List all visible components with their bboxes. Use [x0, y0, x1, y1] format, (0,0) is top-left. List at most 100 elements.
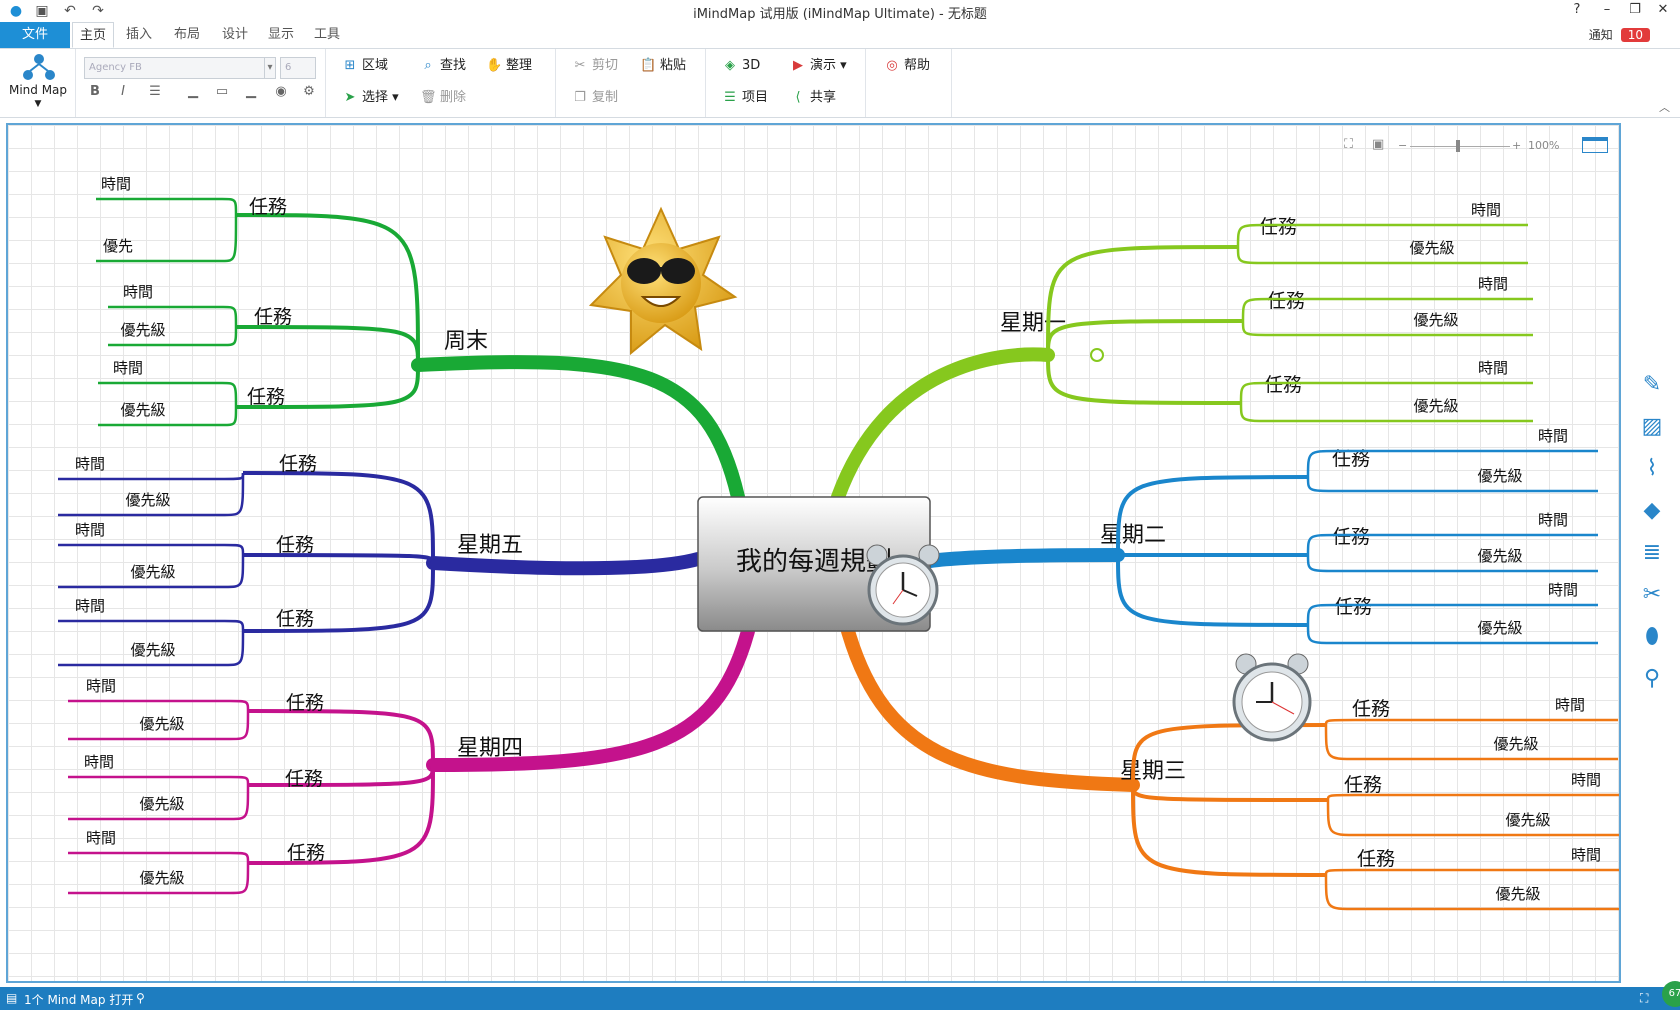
leaf-label[interactable]: 時間 — [75, 521, 105, 539]
notifications[interactable]: 通知 10 — [1589, 26, 1650, 43]
leaf-label[interactable]: 優先級 — [139, 869, 184, 887]
task-branch-line[interactable] — [247, 709, 435, 766]
main-branch-line[interactable] — [426, 552, 705, 576]
branch-fri[interactable]: 星期五任務時間優先級任務時間優先級任務時間優先級 — [58, 453, 705, 667]
tab-design[interactable]: 设计 — [214, 22, 256, 48]
leaf-label[interactable]: 優先級 — [130, 641, 175, 659]
outline-icon[interactable]: ≣ — [1636, 540, 1668, 572]
items-button[interactable]: ☰ 项目 — [722, 87, 768, 109]
leaf-label[interactable]: 優先級 — [139, 715, 184, 733]
task-label[interactable]: 任務 — [1332, 526, 1370, 548]
area-button[interactable]: ⊞ 区域 — [342, 55, 388, 77]
task-label[interactable]: 任務 — [1334, 596, 1372, 618]
paste-button[interactable]: 📋 粘贴 — [640, 55, 686, 77]
task-label[interactable]: 任務 — [247, 386, 285, 408]
leaf-branch-line[interactable] — [1324, 724, 1618, 761]
leaf-label[interactable]: 優先級 — [120, 401, 165, 419]
leaf-label[interactable]: 優先級 — [1477, 547, 1522, 565]
alarm-clock-image-2[interactable] — [1232, 653, 1312, 742]
font-color-icon[interactable]: ▁ — [184, 84, 202, 102]
main-branch-line[interactable] — [923, 548, 1125, 568]
task-label[interactable]: 任務 — [1344, 774, 1382, 796]
task-branch-line[interactable] — [1131, 784, 1329, 802]
tab-home[interactable]: 主页 — [72, 22, 114, 48]
image-icon[interactable]: ▨ — [1636, 414, 1668, 446]
task-branch-line[interactable] — [242, 562, 435, 633]
fit-page-icon[interactable]: ▣ — [1372, 137, 1384, 152]
zoom-in-icon[interactable]: + — [1512, 139, 1521, 152]
leaf-branch-line[interactable] — [1324, 718, 1618, 726]
leaf-label[interactable]: 優先級 — [1495, 885, 1540, 903]
task-label[interactable]: 任務 — [254, 306, 292, 328]
zoom-out-icon[interactable]: − — [1398, 139, 1407, 152]
mindmap-graph[interactable]: 周末任務時間優先任務時間優先級任務時間優先級星期五任務時間優先級任務時間優先級任… — [8, 125, 1621, 983]
task-label[interactable]: 任務 — [1352, 698, 1390, 720]
italic-icon[interactable]: I — [114, 84, 132, 102]
leaf-branch-line[interactable] — [58, 543, 245, 556]
fill-color-icon[interactable]: ◉ — [272, 84, 290, 102]
branch-mon[interactable]: 星期一任務時間優先級任務時間優先級任務時間優先級 — [831, 201, 1533, 504]
present-button[interactable]: ▶ 演示 ▾ — [790, 55, 847, 77]
task-label[interactable]: 任務 — [1264, 374, 1302, 396]
alarm-clock-image[interactable] — [866, 544, 940, 626]
leaf-label[interactable]: 時間 — [1571, 771, 1601, 789]
task-label[interactable]: 任務 — [276, 534, 314, 556]
leaf-label[interactable]: 優先級 — [120, 321, 165, 339]
main-branch-line[interactable] — [831, 347, 1055, 504]
leaf-branch-line[interactable] — [1306, 554, 1598, 573]
task-label[interactable]: 任務 — [1259, 216, 1297, 238]
leaf-branch-line[interactable] — [68, 775, 250, 786]
branch-tue[interactable]: 星期二任務時間優先級任務時間優先級任務時間優先級 — [923, 427, 1598, 645]
mindmap-dropdown-icon[interactable]: ▼ — [0, 99, 76, 109]
task-label[interactable]: 任務 — [287, 842, 325, 864]
leaf-label[interactable]: 時間 — [1571, 846, 1601, 864]
line-style-icon[interactable]: ▭ — [213, 84, 231, 102]
branch-wed[interactable]: 星期三任務 時間優先級任務 時間優先級任務 時間優先級 — [841, 624, 1620, 911]
task-branch-line[interactable] — [1116, 554, 1309, 627]
branch-thu[interactable]: 星期四任務時間優先級任務時間優先級任務時間優先級 — [68, 624, 755, 895]
shapes-icon[interactable]: ◆ — [1636, 498, 1668, 530]
leaf-branch-line[interactable] — [1326, 793, 1620, 801]
leaf-branch-line[interactable] — [1324, 874, 1620, 911]
leaf-label[interactable]: 優先 — [103, 237, 133, 255]
cut-button[interactable]: ✂ 剪切 — [572, 55, 618, 77]
leaf-label[interactable]: 時間 — [1538, 427, 1568, 445]
task-branch-line[interactable] — [1046, 354, 1242, 405]
task-label[interactable]: 任務 — [276, 608, 314, 630]
leaf-branch-line[interactable] — [98, 406, 238, 427]
branch-label[interactable]: 周末 — [444, 329, 488, 354]
brush-icon[interactable]: ⚲ — [1636, 666, 1668, 698]
main-branch-line[interactable] — [841, 624, 1140, 792]
minimize-icon[interactable]: – — [1592, 2, 1622, 20]
restore-icon[interactable]: ❐ — [1620, 2, 1650, 20]
branch-label[interactable]: 星期二 — [1100, 523, 1166, 548]
branch-label[interactable]: 星期四 — [457, 736, 523, 761]
font-size-select[interactable]: 6 — [280, 57, 316, 79]
task-branch-line[interactable] — [247, 764, 435, 787]
leaf-label[interactable]: 時間 — [1471, 201, 1501, 219]
leaf-label[interactable]: 優先級 — [1493, 735, 1538, 753]
collapse-toggle-icon[interactable] — [1090, 348, 1104, 362]
leaf-branch-line[interactable] — [68, 851, 250, 864]
task-branch-line[interactable] — [235, 325, 420, 366]
leaf-label[interactable]: 時間 — [86, 829, 116, 847]
clip-art-icon[interactable]: ✂ — [1636, 582, 1668, 614]
leaf-branch-line[interactable] — [1241, 320, 1533, 337]
leaf-branch-line[interactable] — [68, 699, 250, 712]
mindmap-icon[interactable] — [22, 53, 56, 83]
task-label[interactable]: 任務 — [249, 196, 287, 218]
task-branch-line[interactable] — [1046, 319, 1244, 356]
leaf-label[interactable]: 優先級 — [130, 563, 175, 581]
leaf-label[interactable]: 優先級 — [1505, 811, 1550, 829]
mindmap-canvas[interactable]: 周末 任務 時間 優先 任務 時間 優先級 任務 時間 優先級 星期五 任務 時間 優先級 任務 時間 優先級任… — [6, 123, 1621, 983]
branch-label[interactable]: 星期三 — [1120, 759, 1186, 784]
zoom-slider-track[interactable] — [1410, 146, 1510, 147]
tab-view[interactable]: 显示 — [260, 22, 302, 48]
task-branch-line[interactable] — [242, 553, 435, 564]
bold-icon[interactable]: B — [86, 84, 104, 102]
leaf-branch-line[interactable] — [58, 619, 245, 632]
task-label[interactable]: 任務 — [1267, 290, 1305, 312]
task-branch-line[interactable] — [1046, 245, 1239, 356]
task-label[interactable]: 任務 — [285, 768, 323, 790]
leaf-label[interactable]: 時間 — [1548, 581, 1578, 599]
